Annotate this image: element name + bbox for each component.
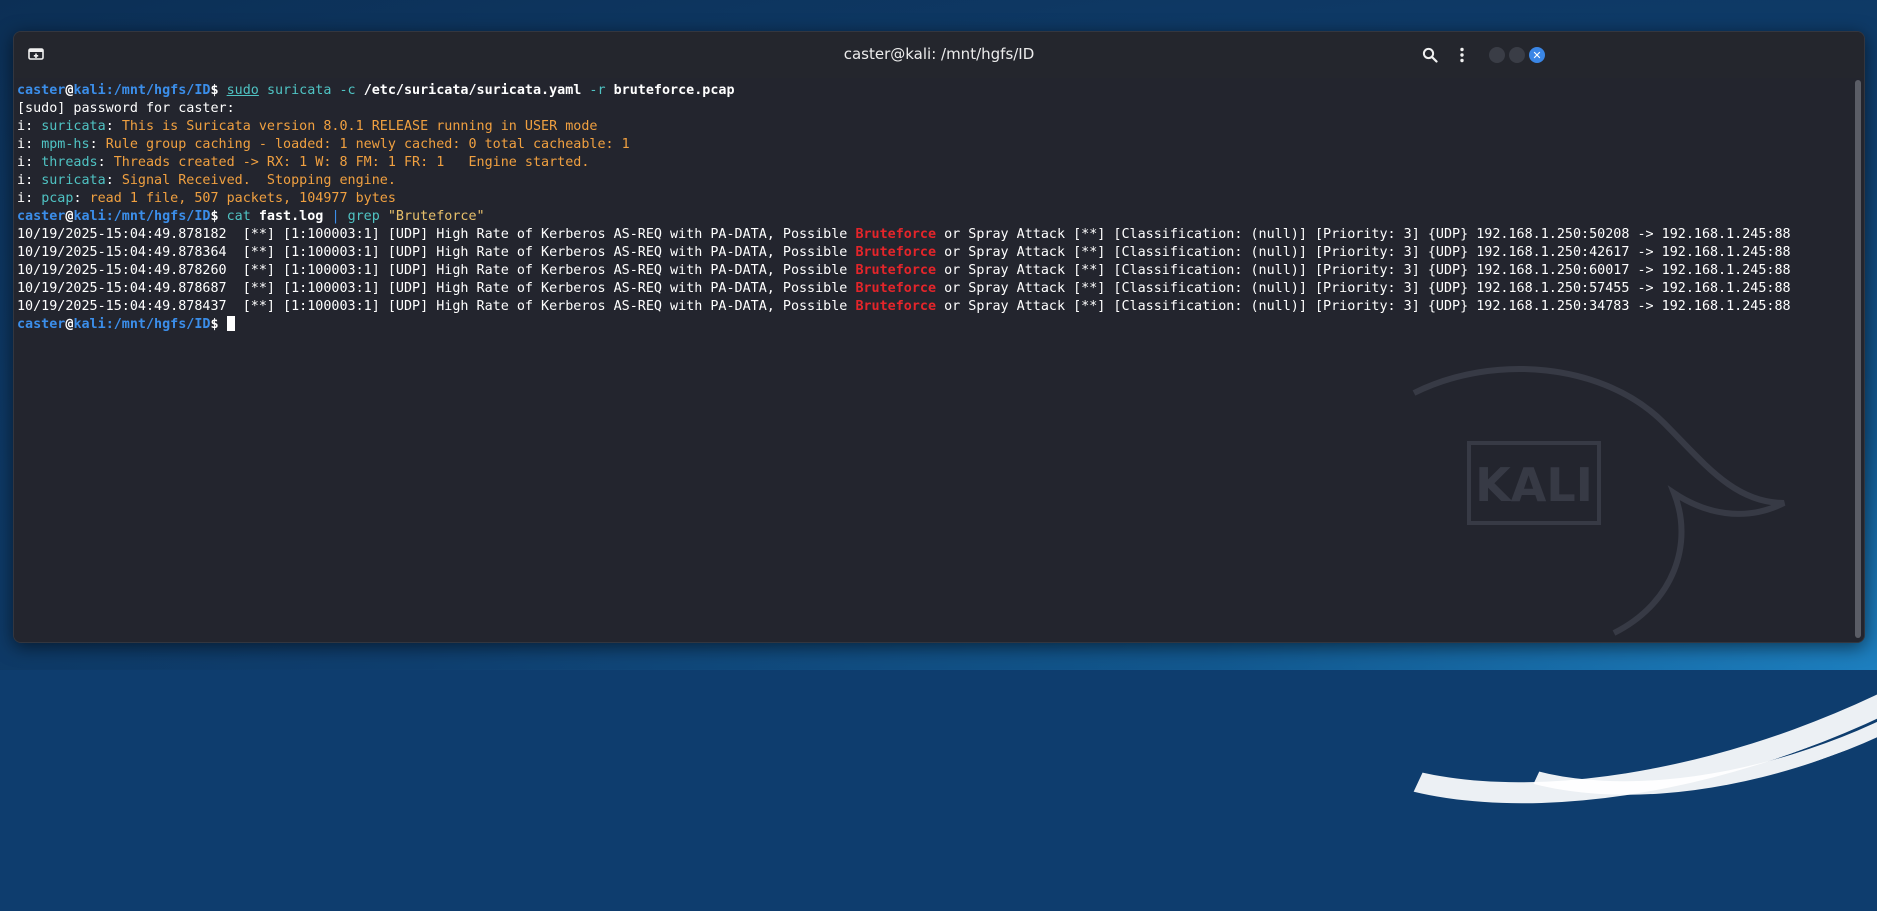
kebab-menu-icon xyxy=(1460,47,1464,63)
alert-text-pre: [**] [1:100003:1] [UDP] High Rate of Ker… xyxy=(226,227,856,242)
alert-timestamp: 10/19/2025-15:04:49.878182 xyxy=(17,227,227,242)
scrollbar-thumb[interactable] xyxy=(1855,80,1861,638)
info-message: read 1 file, 507 packets, 104977 bytes xyxy=(89,191,396,206)
alert-text-post: or Spray Attack [**] [Classification: (n… xyxy=(936,245,1791,260)
prompt-symbol: $ xyxy=(210,209,219,224)
prompt-host: kali xyxy=(73,209,106,224)
prompt-symbol: $ xyxy=(210,317,219,332)
prompt-path: :/mnt/hgfs/ID xyxy=(105,209,211,224)
command-flag-c: -c xyxy=(339,83,356,98)
minimize-button[interactable] xyxy=(1489,47,1505,63)
command-pcap-file: bruteforce.pcap xyxy=(613,83,735,98)
alert-line: 10/19/2025-15:04:49.878437 [**] [1:10000… xyxy=(17,299,1791,314)
info-line: i: suricata: This is Suricata version 8.… xyxy=(17,119,598,134)
info-message: Rule group caching - loaded: 1 newly cac… xyxy=(105,137,630,152)
alert-line: 10/19/2025-15:04:49.878364 [**] [1:10000… xyxy=(17,245,1791,260)
kali-dragon-watermark: KALI xyxy=(1412,366,1786,636)
command-suricata: suricata xyxy=(266,83,332,98)
prompt-user: caster xyxy=(17,317,66,332)
search-icon xyxy=(1422,47,1438,63)
command-flag-r: -r xyxy=(589,83,606,98)
alert-match-highlight: Bruteforce xyxy=(855,263,937,278)
close-icon: ✕ xyxy=(1532,48,1542,62)
info-line: i: mpm-hs: Rule group caching - loaded: … xyxy=(17,137,630,152)
titlebar: caster@kali: /mnt/hgfs/ID ✕ xyxy=(14,32,1864,78)
info-prefix: i xyxy=(17,191,26,206)
scrollbar[interactable] xyxy=(1852,78,1864,642)
command-grep: grep xyxy=(347,209,380,224)
alert-text-pre: [**] [1:100003:1] [UDP] High Rate of Ker… xyxy=(226,263,856,278)
sudo-password-prompt: [sudo] password for caster: xyxy=(17,101,235,116)
prompt-host: kali xyxy=(73,83,106,98)
prompt-line: caster@kali:/mnt/hgfs/ID$ cat fast.log |… xyxy=(17,209,485,224)
info-module: suricata xyxy=(41,119,106,134)
alert-text-post: or Spray Attack [**] [Classification: (n… xyxy=(936,227,1791,242)
menu-button[interactable] xyxy=(1452,45,1472,65)
alert-line: 10/19/2025-15:04:49.878260 [**] [1:10000… xyxy=(17,263,1791,278)
info-prefix: i xyxy=(17,137,26,152)
alert-text-post: or Spray Attack [**] [Classification: (n… xyxy=(936,281,1791,296)
search-button[interactable] xyxy=(1420,45,1440,65)
info-line: i: suricata: Signal Received. Stopping e… xyxy=(17,173,396,188)
alert-text-pre: [**] [1:100003:1] [UDP] High Rate of Ker… xyxy=(226,245,856,260)
alert-line: 10/19/2025-15:04:49.878687 [**] [1:10000… xyxy=(17,281,1791,296)
alert-timestamp: 10/19/2025-15:04:49.878364 xyxy=(17,245,227,260)
info-message: Signal Received. Stopping engine. xyxy=(121,173,396,188)
info-module: pcap xyxy=(41,191,74,206)
info-message: This is Suricata version 8.0.1 RELEASE r… xyxy=(121,119,598,134)
info-module: threads xyxy=(41,155,98,170)
info-module: mpm-hs xyxy=(41,137,90,152)
prompt-user: caster xyxy=(17,209,66,224)
command-pipe: | xyxy=(331,209,340,224)
alert-match-highlight: Bruteforce xyxy=(855,245,937,260)
info-prefix: i xyxy=(17,155,26,170)
command-cat: cat xyxy=(226,209,251,224)
info-message: Threads created -> RX: 1 W: 8 FM: 1 FR: … xyxy=(113,155,590,170)
prompt-line: caster@kali:/mnt/hgfs/ID$ xyxy=(17,316,235,332)
alert-text-post: or Spray Attack [**] [Classification: (n… xyxy=(936,299,1791,314)
prompt-path: :/mnt/hgfs/ID xyxy=(105,317,211,332)
alert-text-pre: [**] [1:100003:1] [UDP] High Rate of Ker… xyxy=(226,299,856,314)
command-grep-pattern: "Bruteforce" xyxy=(387,209,485,224)
info-prefix: i xyxy=(17,173,26,188)
text-cursor xyxy=(226,316,235,331)
alert-match-highlight: Bruteforce xyxy=(855,227,937,242)
prompt-host: kali xyxy=(73,317,106,332)
prompt-line: caster@kali:/mnt/hgfs/ID$ sudo suricata … xyxy=(17,83,735,98)
info-prefix: i xyxy=(17,119,26,134)
terminal-output[interactable]: KALI caster@kali:/mnt/hgfs/ID$ sudo suri… xyxy=(14,78,1852,642)
alert-line: 10/19/2025-15:04:49.878182 [**] [1:10000… xyxy=(17,227,1791,242)
close-button[interactable]: ✕ xyxy=(1529,47,1545,63)
alert-match-highlight: Bruteforce xyxy=(855,299,937,314)
prompt-path: :/mnt/hgfs/ID xyxy=(105,83,211,98)
info-module: suricata xyxy=(41,173,106,188)
alert-text-post: or Spray Attack [**] [Classification: (n… xyxy=(936,263,1791,278)
window-title: caster@kali: /mnt/hgfs/ID xyxy=(843,45,1035,63)
prompt-symbol: $ xyxy=(210,83,219,98)
alert-timestamp: 10/19/2025-15:04:49.878687 xyxy=(17,281,227,296)
alert-text-pre: [**] [1:100003:1] [UDP] High Rate of Ker… xyxy=(226,281,856,296)
command-sudo: sudo xyxy=(226,83,259,98)
alert-match-highlight: Bruteforce xyxy=(855,281,937,296)
prompt-user: caster xyxy=(17,83,66,98)
alert-timestamp: 10/19/2025-15:04:49.878260 xyxy=(17,263,227,278)
maximize-button[interactable] xyxy=(1509,47,1525,63)
terminal-lines: caster@kali:/mnt/hgfs/ID$ sudo suricata … xyxy=(17,82,1791,334)
info-line: i: threads: Threads created -> RX: 1 W: … xyxy=(17,155,590,170)
info-line: i: pcap: read 1 file, 507 packets, 10497… xyxy=(17,191,396,206)
watermark-text: KALI xyxy=(1475,458,1593,512)
command-log-file: fast.log xyxy=(258,209,324,224)
terminal-window: caster@kali: /mnt/hgfs/ID ✕ KALI caster@… xyxy=(13,31,1865,643)
command-config-path: /etc/suricata/suricata.yaml xyxy=(363,83,582,98)
alert-timestamp: 10/19/2025-15:04:49.878437 xyxy=(17,299,227,314)
